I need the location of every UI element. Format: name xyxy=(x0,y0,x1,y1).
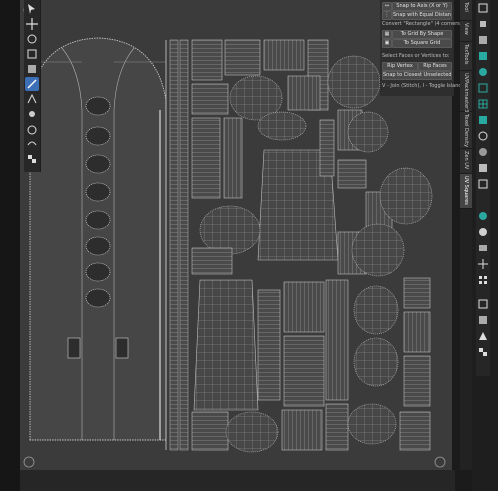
vertex-icon[interactable] xyxy=(477,314,489,326)
grid-icon[interactable] xyxy=(477,98,489,110)
to-grid-by-shape-button[interactable]: To Grid By Shape xyxy=(392,30,452,39)
snap-to-axis-button[interactable]: Snap to Axis (X or Y) xyxy=(392,2,452,11)
shape-icon[interactable] xyxy=(477,330,489,342)
camera-icon[interactable] xyxy=(477,242,489,254)
uv-squares-panel: ↔ Snap to Axis (X or Y) ⋮ Snap with Equa… xyxy=(380,0,464,96)
transform-icon[interactable] xyxy=(25,62,39,76)
tab-uv-squares[interactable]: UV Squares xyxy=(460,174,472,209)
vertex-icon[interactable] xyxy=(477,162,489,174)
tab-view[interactable]: View xyxy=(460,21,472,42)
tab-uvpackmaster[interactable]: UVPackmaster3 xyxy=(460,71,472,112)
hand-icon[interactable] xyxy=(477,258,489,270)
globe-icon[interactable] xyxy=(477,130,489,142)
uv-edit-icon[interactable] xyxy=(477,2,489,14)
sidebar-tabs: Tool View TexTools UVPackmaster3 Texel D… xyxy=(460,0,472,470)
join-hint-label: V - Join (Stitch), I - Toggle Islands xyxy=(382,83,465,89)
texture-icon[interactable] xyxy=(477,114,489,126)
tab-textools[interactable]: TexTools xyxy=(460,42,472,71)
dots-icon[interactable] xyxy=(477,274,489,286)
uv-islands-cluster[interactable] xyxy=(191,39,433,453)
cylinder-icon[interactable] xyxy=(477,50,489,62)
grid-shape-icon[interactable]: ▦ xyxy=(382,30,392,39)
snap-equal-distance-button[interactable]: Snap with Equal Distance xyxy=(392,11,452,20)
left-toolbar xyxy=(24,0,41,172)
rip-icon[interactable] xyxy=(25,92,39,106)
cube-icon[interactable] xyxy=(477,82,489,94)
rotate-icon[interactable] xyxy=(25,32,39,46)
checker-ball-icon[interactable] xyxy=(477,146,489,158)
sculpt-icon[interactable] xyxy=(25,122,39,136)
rip-vertex-button[interactable]: Rip Vertex xyxy=(382,62,418,71)
checker-icon[interactable] xyxy=(25,152,39,166)
zoom-icon[interactable] xyxy=(477,210,489,222)
tab-zen-uv[interactable]: Zen UV xyxy=(460,149,472,174)
annotate-icon[interactable] xyxy=(25,77,39,91)
select-faces-label: Select Faces or Vertices to: xyxy=(382,53,450,59)
grid-square-icon[interactable] xyxy=(477,178,489,190)
move-icon[interactable] xyxy=(25,17,39,31)
cursor-icon[interactable] xyxy=(25,2,39,16)
uv-corner-marker xyxy=(23,456,35,468)
snap-closest-button[interactable]: Snap to Closest Unselected xyxy=(382,71,452,80)
to-square-grid-button[interactable]: To Square Grid xyxy=(392,39,452,48)
status-bar xyxy=(20,470,455,491)
right-toolbar xyxy=(476,0,490,376)
uv-island-strips[interactable] xyxy=(169,39,189,451)
tab-tool[interactable]: Tool xyxy=(460,0,472,21)
uv-corner-marker-right xyxy=(434,456,446,468)
select-icon[interactable] xyxy=(477,18,489,30)
window-left-edge xyxy=(0,0,20,491)
convert-label: Convert "Rectangle" (4 corners) xyxy=(382,21,462,27)
square-grid-icon[interactable]: ▣ xyxy=(382,39,392,48)
snap-axis-icon[interactable]: ↔ xyxy=(382,2,392,11)
tab-texel-density[interactable]: Texel Density xyxy=(460,112,472,149)
checker-icon[interactable] xyxy=(477,346,489,358)
shape-icon[interactable] xyxy=(477,226,489,238)
relax-icon[interactable] xyxy=(25,137,39,151)
rip-faces-button[interactable]: Rip Faces xyxy=(418,62,452,71)
snap-equal-icon[interactable]: ⋮ xyxy=(382,11,392,20)
grid-square-icon[interactable] xyxy=(477,298,489,310)
box-icon[interactable] xyxy=(477,34,489,46)
uv-island-board[interactable] xyxy=(29,37,167,450)
sphere-icon[interactable] xyxy=(477,66,489,78)
scale-icon[interactable] xyxy=(25,47,39,61)
grab-icon[interactable] xyxy=(25,107,39,121)
